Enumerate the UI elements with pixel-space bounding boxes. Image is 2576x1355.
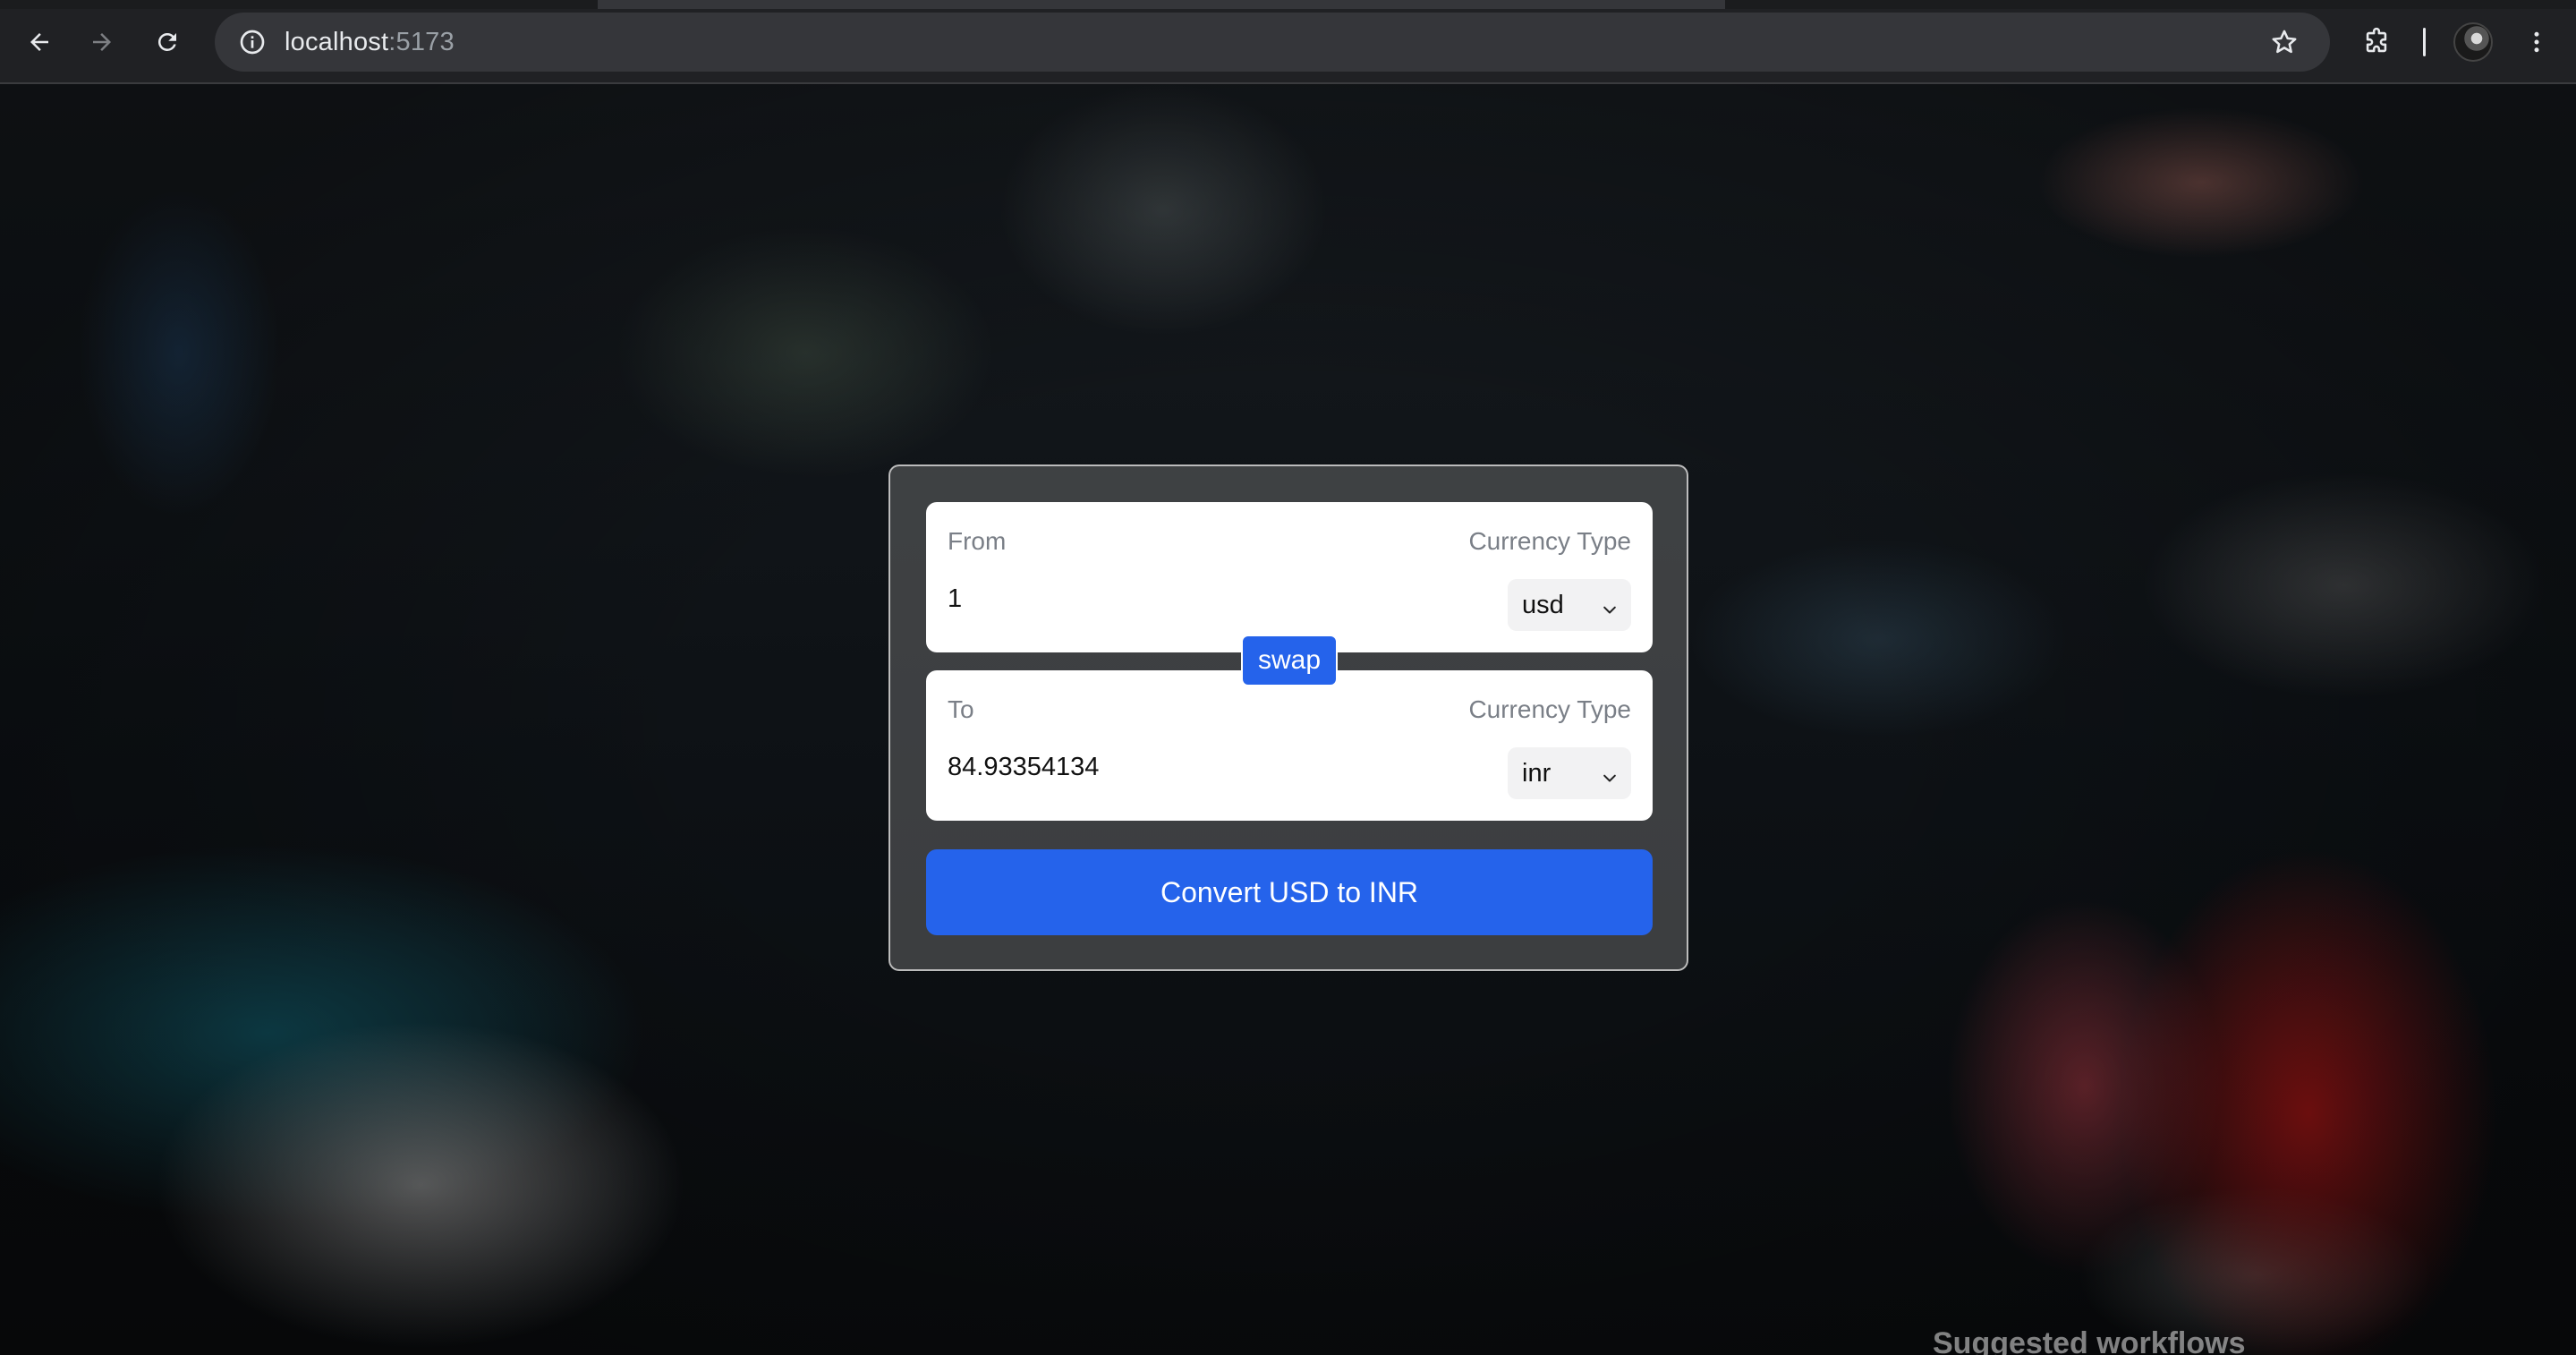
- profile-avatar[interactable]: [2453, 22, 2493, 62]
- from-box: From Currency Type usd: [926, 502, 1653, 652]
- reload-button[interactable]: [147, 21, 188, 63]
- back-button[interactable]: [19, 21, 60, 63]
- to-box: To Currency Type inr: [926, 670, 1653, 821]
- to-currency-value: inr: [1522, 758, 1552, 788]
- browser-toolbar: localhost:5173: [0, 0, 2576, 84]
- kebab-menu-icon: [2523, 29, 2550, 55]
- convert-button[interactable]: Convert USD to INR: [926, 849, 1653, 935]
- bookmark-star-icon[interactable]: [2266, 23, 2303, 61]
- to-currency-select[interactable]: inr: [1508, 747, 1631, 799]
- forward-button[interactable]: [81, 21, 123, 63]
- reload-icon: [154, 29, 181, 55]
- to-currency-type-label: Currency Type: [1468, 695, 1631, 723]
- from-amount-input[interactable]: [948, 584, 1395, 614]
- browser-menu-button[interactable]: [2516, 21, 2557, 63]
- address-bar[interactable]: localhost:5173: [215, 13, 2330, 72]
- url-text: localhost:5173: [285, 28, 455, 57]
- to-label: To: [948, 695, 974, 723]
- chevron-down-icon: [1601, 765, 1619, 795]
- footer-partial-text: Suggested workflows: [1933, 1326, 2246, 1355]
- toolbar-divider: [2423, 28, 2426, 56]
- tab-strip: [0, 0, 2576, 9]
- url-host: localhost: [285, 27, 389, 56]
- site-info-icon[interactable]: [233, 22, 272, 62]
- chevron-down-icon: [1601, 597, 1619, 626]
- converter-card: From Currency Type usd To Currency Type …: [888, 464, 1688, 971]
- from-currency-type-label: Currency Type: [1468, 527, 1631, 555]
- swap-button[interactable]: swap: [1241, 635, 1338, 686]
- forward-arrow-icon: [89, 29, 115, 55]
- extensions-puzzle-icon: [2361, 27, 2392, 57]
- url-port: :5173: [388, 27, 455, 56]
- back-arrow-icon: [26, 29, 53, 55]
- extensions-button[interactable]: [2356, 21, 2397, 63]
- to-amount-input[interactable]: [948, 753, 1395, 782]
- from-label: From: [948, 527, 1007, 555]
- from-currency-select[interactable]: usd: [1508, 579, 1631, 631]
- from-currency-value: usd: [1522, 590, 1564, 619]
- active-tab-strip[interactable]: [598, 0, 1725, 9]
